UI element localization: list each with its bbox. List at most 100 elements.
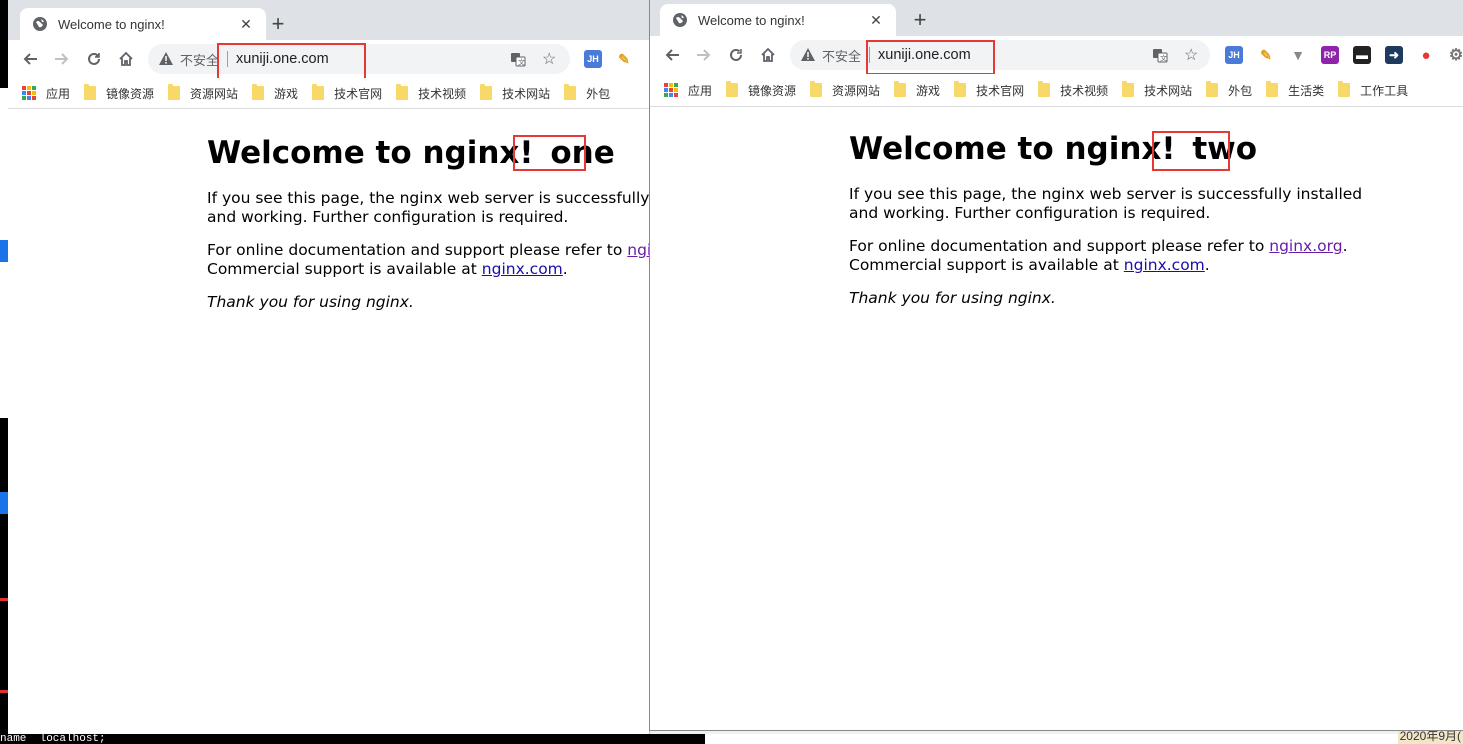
globe-icon xyxy=(33,17,47,31)
vue-extension-icon[interactable]: ▼ xyxy=(1289,46,1307,64)
docs-text: For online documentation and support ple… xyxy=(849,237,1270,255)
reload-icon xyxy=(88,52,100,65)
bookmark-label: 技术网站 xyxy=(1144,83,1193,98)
bookmark-folder[interactable]: 技术官网 xyxy=(954,81,1024,99)
folder-icon xyxy=(1122,81,1135,97)
forward-button[interactable] xyxy=(688,39,720,71)
globe-icon xyxy=(673,13,687,27)
bookmark-folder[interactable]: 技术网站 xyxy=(1122,81,1193,99)
bookmark-label: 资源网站 xyxy=(832,83,881,98)
bookmark-label: 外包 xyxy=(1228,83,1253,98)
new-tab-button[interactable]: + xyxy=(266,12,290,36)
bookmark-label: 镜像资源 xyxy=(748,83,797,98)
translate-icon[interactable]: 文 xyxy=(1152,47,1168,63)
browser-window-one: Welcome to nginx! ✕ + 不安全 xuniji.one.com… xyxy=(8,0,650,734)
nginx-com-link[interactable]: nginx.com xyxy=(482,260,563,278)
back-button[interactable] xyxy=(14,43,46,75)
folder-icon xyxy=(894,81,907,97)
back-arrow-icon xyxy=(665,49,679,61)
warning-icon xyxy=(801,48,815,61)
bookmark-label: 资源网站 xyxy=(190,86,239,101)
heading-text: Welcome to nginx! xyxy=(207,135,534,171)
pen-extension-icon[interactable]: ✎ xyxy=(615,50,633,68)
rp-extension-icon[interactable]: RP xyxy=(1321,46,1339,64)
back-button[interactable] xyxy=(656,39,688,71)
folder-icon xyxy=(168,84,181,100)
warning-icon xyxy=(159,52,173,65)
thanks-paragraph: Thank you for using nginx. xyxy=(849,289,1389,308)
thanks-text: Thank you for using nginx. xyxy=(207,293,414,311)
bookmark-label: 应用 xyxy=(688,83,713,98)
tab-title: Welcome to nginx! xyxy=(698,12,805,28)
insecure-label: 不安全 xyxy=(822,48,862,64)
tab-title: Welcome to nginx! xyxy=(58,16,165,32)
bookmark-folder[interactable]: 资源网站 xyxy=(810,81,881,99)
bookmark-label: 技术官网 xyxy=(334,86,383,101)
page-content: Welcome to nginx! two If you see this pa… xyxy=(849,131,1389,322)
jh-extension-icon[interactable]: JH xyxy=(584,50,602,68)
mask-extension-icon[interactable]: ▬ xyxy=(1353,46,1371,64)
commercial-text: Commercial support is available at xyxy=(849,256,1124,274)
bookmark-folder[interactable]: 游戏 xyxy=(252,84,298,102)
bookmark-label: 生活类 xyxy=(1288,83,1325,98)
forward-arrow-icon xyxy=(697,49,711,61)
tab-close-icon[interactable]: ✕ xyxy=(868,12,884,29)
bookmark-folder[interactable]: 技术视频 xyxy=(396,84,466,102)
bookmark-folder[interactable]: 外包 xyxy=(564,84,611,102)
bookmark-label: 技术视频 xyxy=(1060,83,1109,98)
bookmark-folder[interactable]: 技术视频 xyxy=(1038,81,1109,99)
jh-extension-icon[interactable]: JH xyxy=(1225,46,1243,64)
bookmark-apps[interactable]: 应用 xyxy=(22,85,70,102)
bookmark-folder[interactable]: 镜像资源 xyxy=(726,81,797,99)
bookmark-folder[interactable]: 外包 xyxy=(1206,81,1253,99)
maps-extension-icon[interactable]: ● xyxy=(1417,46,1435,64)
folder-icon xyxy=(1038,81,1051,97)
home-icon xyxy=(119,51,133,66)
bookmark-star-icon[interactable]: ☆ xyxy=(1184,45,1198,65)
reload-icon xyxy=(730,48,742,61)
forward-button[interactable] xyxy=(46,43,78,75)
home-button[interactable] xyxy=(110,43,142,75)
translate-icon[interactable]: 文 xyxy=(510,51,526,67)
folder-icon xyxy=(84,84,97,100)
home-button[interactable] xyxy=(752,39,784,71)
reload-button[interactable] xyxy=(78,43,110,75)
address-bar[interactable]: 不安全 xuniji.one.com 文 ☆ xyxy=(790,40,1210,70)
bookmark-label: 镜像资源 xyxy=(106,86,155,101)
tab-strip: Welcome to nginx! ✕ + xyxy=(650,0,1463,36)
bookmark-label: 外包 xyxy=(586,86,611,101)
reload-button[interactable] xyxy=(720,39,752,71)
pen-extension-icon[interactable]: ✎ xyxy=(1257,46,1275,64)
heading-text: Welcome to nginx! xyxy=(849,131,1176,167)
commercial-punct: . xyxy=(562,260,568,278)
folder-icon xyxy=(564,84,577,100)
new-tab-button[interactable]: + xyxy=(908,8,932,32)
bookmark-folder[interactable]: 生活类 xyxy=(1266,81,1325,99)
bookmark-label: 应用 xyxy=(46,86,71,101)
gear-extension-icon[interactable]: ⚙ xyxy=(1447,46,1463,64)
tab-welcome-nginx[interactable]: Welcome to nginx! ✕ xyxy=(660,4,896,36)
docs-paragraph: For online documentation and support ple… xyxy=(849,237,1389,275)
bookmark-folder[interactable]: 工作工具 xyxy=(1338,81,1408,99)
bookmark-star-icon[interactable]: ☆ xyxy=(542,49,556,69)
nginx-org-link[interactable]: nginx.org xyxy=(1269,237,1342,255)
tab-welcome-nginx[interactable]: Welcome to nginx! ✕ xyxy=(20,8,266,40)
thanks-paragraph: Thank you for using nginx. xyxy=(207,293,649,312)
nginx-org-link[interactable]: nginx.org xyxy=(627,241,649,259)
background-terminal-line: name localhost; xyxy=(0,734,705,744)
intro-paragraph: If you see this page, the nginx web serv… xyxy=(849,185,1363,222)
docs-text: For online documentation and support ple… xyxy=(207,241,628,259)
browser-window-two: Welcome to nginx! ✕ + 不安全 xuniji.one.com… xyxy=(649,0,1463,731)
bookmark-folder[interactable]: 镜像资源 xyxy=(84,84,155,102)
suffix-highlight-box xyxy=(513,135,586,171)
bookmark-folder[interactable]: 技术网站 xyxy=(480,84,550,102)
url-highlight-box xyxy=(217,43,366,80)
folder-icon xyxy=(726,81,739,97)
bookmark-apps[interactable]: 应用 xyxy=(664,82,712,99)
arrow-extension-icon[interactable]: ➜ xyxy=(1385,46,1403,64)
bookmark-folder[interactable]: 游戏 xyxy=(894,81,940,99)
tab-close-icon[interactable]: ✕ xyxy=(238,16,254,33)
nginx-com-link[interactable]: nginx.com xyxy=(1124,256,1205,274)
bookmark-folder[interactable]: 资源网站 xyxy=(168,84,239,102)
bookmark-folder[interactable]: 技术官网 xyxy=(312,84,383,102)
